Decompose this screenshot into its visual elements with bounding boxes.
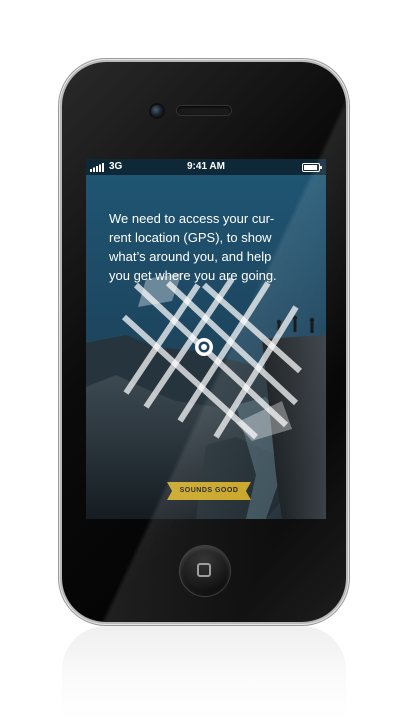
phone-device: 3G 9:41 AM We need to access your cur- r… [62, 62, 346, 622]
home-button-icon [197, 563, 211, 577]
location-permission-message: We need to access your cur- rent locatio… [109, 211, 277, 283]
app-screen: 3G 9:41 AM We need to access your cur- r… [86, 159, 326, 519]
home-button[interactable] [180, 546, 230, 596]
phone-reflection [62, 626, 346, 724]
location-pin-icon [195, 338, 213, 356]
battery-icon [302, 163, 322, 172]
status-bar: 3G 9:41 AM [86, 159, 326, 175]
status-time: 9:41 AM [187, 161, 225, 172]
camera-icon [151, 105, 163, 117]
speaker-icon [177, 106, 231, 115]
battery-level-fill [304, 165, 317, 170]
sounds-good-button[interactable]: SOUNDS GOOD [167, 482, 251, 500]
